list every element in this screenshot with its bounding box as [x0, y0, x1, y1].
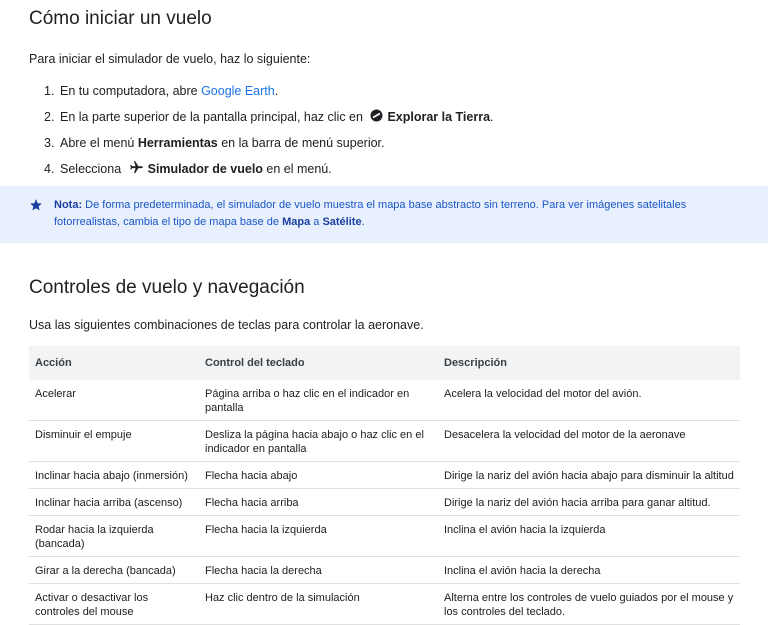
section-title-flight-controls: Controles de vuelo y navegación — [29, 277, 305, 298]
header-action: Acción — [29, 346, 199, 380]
steps-list: 1. En tu computadora, abre Google Earth … — [29, 78, 729, 182]
table-row: Rodar hacia la izquierda (bancada) Flecha… — [29, 515, 740, 557]
header-keyboard-control: Control del teclado — [199, 346, 438, 380]
note-text: Nota: De forma predeterminada, el simula… — [54, 199, 687, 228]
controls-intro: Usa las siguientes combinaciones de tecl… — [29, 318, 424, 332]
table-row: Disminuir el empuje Desliza la página hac… — [29, 420, 740, 462]
step-item: 3. Abre el menú Herramientas en la barra… — [44, 136, 385, 150]
star-icon — [29, 198, 43, 217]
table-row: Activar o desactivar los controles del m… — [29, 583, 740, 625]
table-row: Inclinar hacia abajo (inmersión) Flecha h… — [29, 461, 740, 489]
google-earth-link[interactable]: Google Earth — [201, 83, 275, 99]
table-row: Inclinar hacia arriba (ascenso) Flecha ha… — [29, 488, 740, 516]
header-description: Descripción — [438, 346, 740, 380]
airplane-icon — [129, 160, 144, 179]
table-row: Girar a la derecha (bancada) Flecha hacia… — [29, 556, 740, 584]
step-item: 4. Selecciona Simulador de vuelo en el m… — [29, 156, 729, 182]
step-item: 1. En tu computadora, abre Google Earth … — [44, 83, 279, 99]
explore-compass-icon — [370, 109, 383, 126]
table-header-row: Acción Control del teclado Descripción — [29, 346, 740, 380]
section-title-start-flight: Cómo iniciar un vuelo — [29, 8, 212, 29]
table-row: Acelerar Página arriba o haz clic en el i… — [29, 380, 740, 421]
controls-table: Acción Control del teclado Descripción A… — [29, 346, 740, 625]
intro-paragraph: Para iniciar el simulador de vuelo, haz … — [29, 52, 311, 66]
step-item: 2. En la parte superior de la pantalla p… — [44, 109, 494, 126]
help-article: Cómo iniciar un vuelo Para iniciar el si… — [0, 0, 768, 625]
note-callout: Nota: De forma predeterminada, el simula… — [0, 186, 768, 243]
